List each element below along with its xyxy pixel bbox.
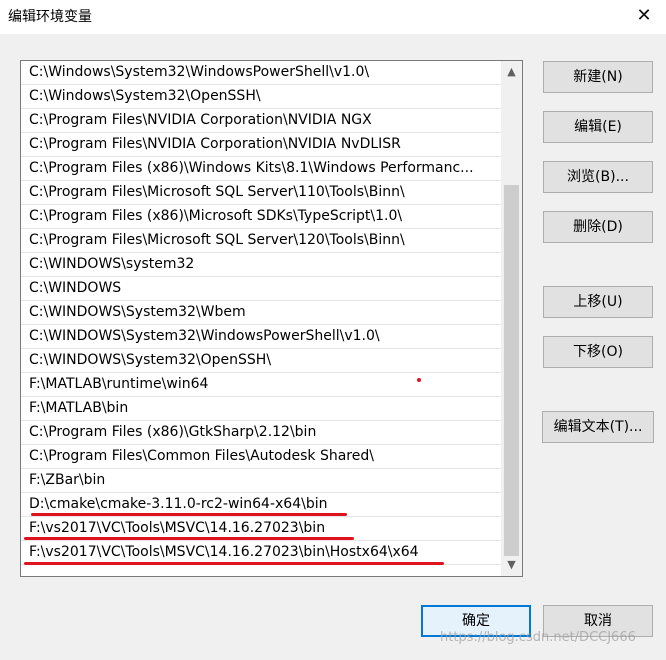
- delete-button[interactable]: 删除(D): [543, 211, 653, 243]
- browse-button[interactable]: 浏览(B)...: [543, 161, 653, 193]
- vertical-scrollbar[interactable]: ▲ ▼: [501, 61, 522, 576]
- edit-button[interactable]: 编辑(E): [543, 111, 653, 143]
- scrollbar-thumb[interactable]: [504, 185, 519, 556]
- path-list[interactable]: C:\Windows\System32\WindowsPowerShell\v1…: [20, 60, 523, 577]
- path-list-item[interactable]: C:\Program Files\Microsoft SQL Server\11…: [21, 181, 501, 205]
- path-list-item[interactable]: F:\MATLAB\bin: [21, 397, 501, 421]
- path-list-item[interactable]: C:\Program Files (x86)\Microsoft SDKs\Ty…: [21, 205, 501, 229]
- path-list-item[interactable]: C:\Windows\System32\OpenSSH\: [21, 85, 501, 109]
- watermark: https://blog.csdn.net/DCCJ666: [440, 630, 636, 645]
- close-icon[interactable]: ✕: [632, 4, 656, 28]
- move-down-button[interactable]: 下移(O): [543, 336, 653, 368]
- scroll-down-icon[interactable]: ▼: [501, 556, 522, 574]
- annotation-dot: [417, 378, 421, 382]
- path-list-item[interactable]: C:\Program Files\NVIDIA Corporation\NVID…: [21, 109, 501, 133]
- title-bar: 编辑环境变量 ✕: [0, 0, 666, 34]
- scroll-up-icon[interactable]: ▲: [501, 63, 522, 81]
- path-list-item[interactable]: C:\WINDOWS\System32\WindowsPowerShell\v1…: [21, 325, 501, 349]
- path-list-item[interactable]: C:\WINDOWS\System32\Wbem: [21, 301, 501, 325]
- path-list-item[interactable]: C:\Program Files\NVIDIA Corporation\NVID…: [21, 133, 501, 157]
- new-button[interactable]: 新建(N): [543, 61, 653, 93]
- highlight-underline-msvc-bin: [24, 537, 354, 540]
- highlight-underline-cmake: [31, 513, 347, 516]
- move-up-button[interactable]: 上移(U): [543, 286, 653, 318]
- path-list-item[interactable]: C:\Program Files (x86)\GtkSharp\2.12\bin: [21, 421, 501, 445]
- path-list-rows: C:\Windows\System32\WindowsPowerShell\v1…: [21, 61, 501, 576]
- path-list-item[interactable]: C:\Program Files (x86)\Windows Kits\8.1\…: [21, 157, 501, 181]
- path-list-item[interactable]: C:\Windows\System32\WindowsPowerShell\v1…: [21, 61, 501, 85]
- path-list-item[interactable]: F:\MATLAB\runtime\win64: [21, 373, 501, 397]
- path-list-item[interactable]: C:\WINDOWS: [21, 277, 501, 301]
- highlight-underline-msvc-hostx64: [24, 562, 444, 565]
- path-list-item[interactable]: C:\WINDOWS\System32\OpenSSH\: [21, 349, 501, 373]
- path-list-item[interactable]: C:\Program Files\Microsoft SQL Server\12…: [21, 229, 501, 253]
- window-title: 编辑环境变量: [8, 9, 92, 25]
- path-list-item[interactable]: F:\ZBar\bin: [21, 469, 501, 493]
- path-list-item[interactable]: C:\Program Files\Common Files\Autodesk S…: [21, 445, 501, 469]
- path-list-item[interactable]: C:\WINDOWS\system32: [21, 253, 501, 277]
- edit-text-button[interactable]: 编辑文本(T)...: [542, 411, 654, 443]
